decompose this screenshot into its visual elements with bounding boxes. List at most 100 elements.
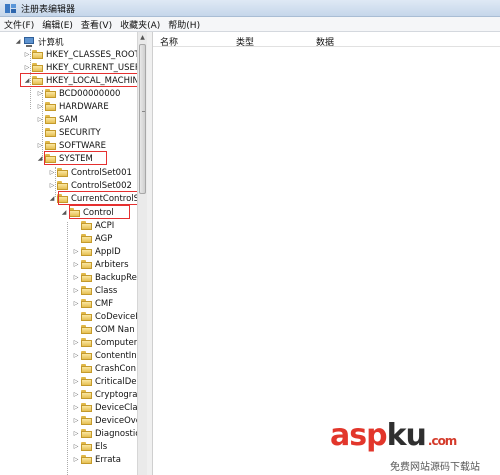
expand-arrow-icon[interactable]: ▷ [72, 248, 80, 255]
collapse-arrow-icon[interactable]: ◢ [60, 209, 68, 216]
tree-node-com-name-arbiter[interactable]: COM Nan [72, 323, 135, 336]
tree-node-codeviceinstallers[interactable]: CoDeviceI [72, 310, 137, 323]
expand-arrow-icon[interactable]: ▷ [72, 404, 80, 411]
tree-node-cmf[interactable]: ▷ CMF [72, 297, 113, 310]
folder-icon [81, 455, 92, 464]
tree-node-computer[interactable]: ◢ 计算机 [14, 35, 64, 48]
menu-favorites[interactable]: 收藏夹(A) [120, 18, 160, 31]
expand-arrow-icon[interactable]: ▷ [72, 274, 80, 281]
expand-arrow-icon[interactable]: ▷ [72, 287, 80, 294]
folder-icon [81, 260, 92, 269]
folder-icon [45, 141, 56, 150]
tree-node-cryptography[interactable]: ▷ Cryptogra [72, 388, 137, 401]
tree-node-acpi[interactable]: ACPI [72, 219, 114, 232]
folder-icon [81, 377, 92, 386]
tree-node-contentindex[interactable]: ▷ ContentIn [72, 349, 137, 362]
folder-icon [81, 325, 92, 334]
tree-node-bcd[interactable]: ▷ BCD00000000 [36, 87, 121, 100]
folder-icon [81, 390, 92, 399]
column-header-type[interactable]: 类型 [236, 35, 254, 48]
folder-icon [81, 234, 92, 243]
expand-arrow-icon[interactable]: ▷ [23, 64, 31, 71]
folder-icon [81, 403, 92, 412]
tree-node-deviceoverrides[interactable]: ▷ DeviceOve [72, 414, 137, 427]
expand-arrow-icon[interactable]: ▷ [72, 417, 80, 424]
column-header-data[interactable]: 数据 [316, 35, 334, 48]
expand-arrow-icon[interactable]: ▷ [48, 182, 56, 189]
watermark-subtitle: 免费网站源码下载站 [390, 462, 480, 473]
collapse-arrow-icon[interactable]: ◢ [48, 195, 56, 202]
watermark: aspku .com [330, 418, 457, 453]
highlight-box [44, 151, 107, 165]
column-headers: 名称 类型 数据 [153, 32, 500, 48]
window-title: 注册表编辑器 [21, 4, 76, 15]
tree-node-criticaldevicedatabase[interactable]: ▷ CriticalDe [72, 375, 137, 388]
tree-node-class[interactable]: ▷ Class [72, 284, 118, 297]
title-bar: 注册表编辑器 [0, 0, 500, 17]
highlight-box [20, 73, 137, 87]
scrollbar-thumb[interactable] [139, 44, 146, 194]
tree-node-diagnostics[interactable]: ▷ Diagnostic [72, 427, 137, 440]
folder-icon [45, 89, 56, 98]
folder-icon [81, 364, 92, 373]
column-header-name[interactable]: 名称 [160, 35, 178, 48]
menu-file[interactable]: 文件(F) [4, 18, 34, 31]
expand-arrow-icon[interactable]: ▷ [36, 103, 44, 110]
tree-node-controlset001[interactable]: ▷ ControlSet001 [48, 166, 132, 179]
tree-node-errata[interactable]: ▷ Errata [72, 453, 121, 466]
tree-node-sam[interactable]: ▷ SAM [36, 113, 78, 126]
collapse-arrow-icon[interactable]: ◢ [14, 38, 22, 45]
expand-arrow-icon[interactable]: ▷ [23, 51, 31, 58]
tree-node-security[interactable]: SECURITY [36, 126, 101, 139]
registry-tree[interactable]: ◢ 计算机 ▷ HKEY_CLASSES_ROOT ▷ HKEY_CURRENT… [0, 32, 137, 475]
folder-icon [45, 128, 56, 137]
folder-icon [81, 338, 92, 347]
expand-arrow-icon[interactable]: ▷ [72, 339, 80, 346]
tree-node-backuprestore[interactable]: ▷ BackupRe [72, 271, 137, 284]
tree-node-appid[interactable]: ▷ AppID [72, 245, 121, 258]
menu-bar: 文件(F) 编辑(E) 查看(V) 收藏夹(A) 帮助(H) [0, 17, 500, 32]
folder-icon [81, 351, 92, 360]
registry-editor-icon [5, 3, 17, 14]
folder-icon [45, 115, 56, 124]
expand-arrow-icon[interactable]: ▷ [72, 443, 80, 450]
expand-arrow-icon[interactable]: ▷ [72, 352, 80, 359]
tree-node-computername[interactable]: ▷ Computer [72, 336, 137, 349]
expand-arrow-icon[interactable]: ▷ [48, 169, 56, 176]
folder-icon [81, 416, 92, 425]
folder-icon [81, 429, 92, 438]
folder-icon [32, 63, 43, 72]
expand-arrow-icon[interactable]: ▷ [72, 378, 80, 385]
expand-arrow-icon[interactable]: ▷ [36, 142, 44, 149]
menu-edit[interactable]: 编辑(E) [42, 18, 73, 31]
expand-arrow-icon[interactable]: ▷ [72, 430, 80, 437]
tree-node-agp[interactable]: AGP [72, 232, 112, 245]
folder-icon [81, 299, 92, 308]
tree-node-els[interactable]: ▷ Els [72, 440, 107, 453]
tree-vertical-scrollbar[interactable]: ▲ [137, 32, 147, 475]
expand-arrow-icon[interactable]: ▷ [72, 456, 80, 463]
folder-icon [45, 102, 56, 111]
highlight-box [58, 191, 137, 205]
tree-node-arbiters[interactable]: ▷ Arbiters [72, 258, 129, 271]
folder-icon [81, 221, 92, 230]
expand-arrow-icon[interactable]: ▷ [72, 300, 80, 307]
folder-icon [32, 50, 43, 59]
menu-help[interactable]: 帮助(H) [168, 18, 200, 31]
expand-arrow-icon[interactable]: ▷ [72, 261, 80, 268]
tree-node-deviceclasses[interactable]: ▷ DeviceCla [72, 401, 137, 414]
values-pane[interactable]: 名称 类型 数据 [153, 32, 500, 475]
expand-arrow-icon[interactable]: ▷ [36, 90, 44, 97]
expand-arrow-icon[interactable]: ▷ [72, 391, 80, 398]
tree-node-crashcontrol[interactable]: CrashCon [72, 362, 136, 375]
folder-icon [81, 286, 92, 295]
folder-icon [57, 181, 68, 190]
tree-node-hardware[interactable]: ▷ HARDWARE [36, 100, 109, 113]
tree-node-hkcr[interactable]: ▷ HKEY_CLASSES_ROOT [23, 48, 137, 61]
expand-arrow-icon[interactable]: ▷ [36, 116, 44, 123]
menu-view[interactable]: 查看(V) [81, 18, 112, 31]
folder-icon [81, 247, 92, 256]
scroll-up-arrow-icon[interactable]: ▲ [138, 33, 147, 43]
folder-icon [81, 273, 92, 282]
collapse-arrow-icon[interactable]: ◢ [36, 155, 44, 162]
